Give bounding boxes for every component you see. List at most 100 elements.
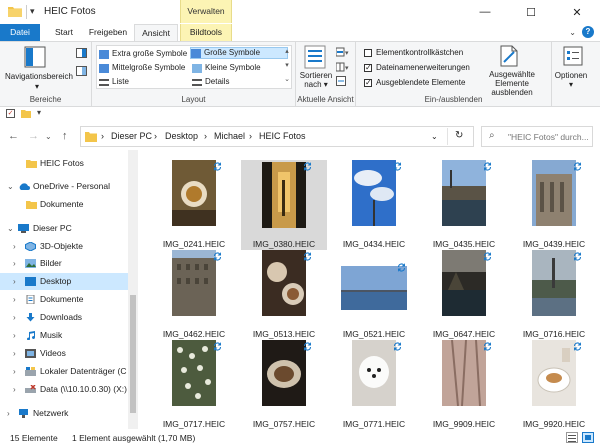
file-item[interactable]: IMG_0462.HEIC (151, 250, 237, 340)
details-pane-icon[interactable] (76, 66, 87, 76)
file-item-selected[interactable]: IMG_0380.HEIC (241, 160, 327, 250)
address-bar[interactable]: › Dieser PC › Desktop › Michael › HEIC F… (80, 126, 474, 147)
refresh-icon[interactable]: ↻ (455, 130, 463, 141)
chevron-down-icon[interactable]: ⌄ (7, 178, 14, 195)
file-item[interactable]: IMG_0434.HEIC (331, 160, 417, 250)
back-arrow-icon[interactable]: ← (8, 130, 19, 142)
crumb-separator-icon[interactable]: › (101, 131, 104, 141)
file-item[interactable]: IMG_0647.HEIC (421, 250, 507, 340)
expand-ribbon-icon[interactable]: ⌄ (569, 28, 576, 37)
layout-scroll-arrows[interactable]: ▴ ▾ ⌄ (282, 45, 292, 89)
file-item[interactable]: IMG_9909.HEIC (421, 340, 507, 430)
sidebar-item-onedrive[interactable]: ⌄ OneDrive - Personal (0, 178, 128, 195)
sort-by-button[interactable]: Sortieren nach ▾ (296, 71, 336, 89)
tab-view[interactable]: Ansicht (134, 24, 178, 41)
sidebar-item-music[interactable]: › Musik (0, 327, 128, 344)
chevron-right-icon[interactable]: › (13, 238, 16, 255)
layout-medium-icons[interactable]: Mittelgroße Symbole (99, 62, 185, 74)
add-columns-icon[interactable]: ▾ (336, 62, 350, 72)
tab-file[interactable]: Datei (0, 24, 40, 41)
file-item[interactable]: IMG_0513.HEIC (241, 250, 327, 340)
file-item[interactable]: IMG_0716.HEIC (511, 250, 597, 340)
file-item[interactable]: IMG_9920.HEIC (511, 340, 597, 430)
forward-arrow-icon[interactable]: → (28, 130, 39, 142)
chevron-down-icon[interactable]: ⌄ (7, 220, 14, 237)
nav-pane-dropdown-icon[interactable]: ▾ (30, 82, 44, 91)
address-dropdown-icon[interactable]: ⌄ (431, 132, 438, 141)
sidebar-item-documents[interactable]: › Dokumente (0, 291, 128, 308)
layout-extra-large-icons[interactable]: Extra große Symbole (99, 48, 187, 60)
crumb-heic-fotos[interactable]: HEIC Fotos (259, 131, 306, 141)
close-button[interactable]: ✕ (554, 0, 600, 24)
preview-pane-icon[interactable] (76, 48, 87, 58)
file-extensions-toggle[interactable]: Dateinamenerweiterungen (364, 62, 470, 74)
sidebar-item-network-drive[interactable]: › Data (\\10.10.0.30) (X:) (0, 381, 128, 398)
minimize-button[interactable]: — (462, 0, 508, 24)
chevron-right-icon[interactable]: › (13, 255, 16, 272)
file-item[interactable]: IMG_0521.HEIC (331, 250, 417, 340)
chevron-right-icon[interactable]: › (13, 309, 16, 326)
large-icons-view-icon[interactable] (582, 432, 594, 443)
navigation-pane-button[interactable]: Navigationsbereich (2, 72, 76, 81)
crumb-this-pc[interactable]: Dieser PC (111, 131, 152, 141)
options-button[interactable]: Optionen ▾ (552, 71, 590, 89)
item-checkboxes-toggle[interactable]: Elementkontrollkästchen (364, 47, 463, 59)
chevron-right-icon[interactable]: › (13, 381, 16, 398)
size-columns-icon[interactable] (336, 76, 346, 86)
group-panes: Navigationsbereich ▾ Bereiche (0, 42, 92, 106)
context-tab-manage[interactable]: Verwalten (180, 0, 232, 23)
sidebar-item-desktop[interactable]: › Desktop (0, 273, 128, 290)
hidden-items-box[interactable] (364, 77, 372, 89)
chevron-right-icon[interactable]: › (13, 327, 16, 344)
chevron-right-icon[interactable]: › (13, 273, 16, 290)
file-item[interactable]: IMG_0439.HEIC (511, 160, 597, 250)
chevron-right-icon[interactable]: › (13, 345, 16, 362)
search-input[interactable]: ⌕ "HEIC Fotos" durch... (481, 126, 593, 147)
sidebar-scrollbar[interactable] (128, 150, 138, 429)
help-icon[interactable]: ? (582, 26, 594, 38)
quick-access-dropdown-icon[interactable]: ▾ (30, 6, 35, 17)
crumb-separator-icon[interactable]: › (204, 131, 207, 141)
sidebar-scrollbar-thumb[interactable] (130, 295, 136, 413)
chevron-right-icon[interactable]: › (13, 363, 16, 380)
chevron-right-icon[interactable]: › (13, 291, 16, 308)
file-item[interactable]: IMG_0757.HEIC (241, 340, 327, 430)
layout-list[interactable]: Liste (99, 76, 129, 88)
tab-start[interactable]: Start (46, 24, 82, 41)
qat-customize-icon[interactable]: ▾ (37, 108, 41, 117)
sidebar-item-local-disk[interactable]: › Lokaler Datenträger (C (0, 363, 128, 380)
layout-small-icons[interactable]: Kleine Symbole (192, 62, 261, 74)
file-item[interactable]: IMG_0435.HEIC (421, 160, 507, 250)
new-folder-qat-icon[interactable] (21, 109, 31, 118)
group-by-icon[interactable]: ▾ (336, 47, 350, 57)
sidebar-item-downloads[interactable]: › Downloads (0, 309, 128, 326)
sidebar-item-videos[interactable]: › Videos (0, 345, 128, 362)
sidebar-item-this-pc[interactable]: ⌄ Dieser PC (0, 220, 128, 237)
sidebar-item-onedrive-documents[interactable]: Dokumente (0, 196, 128, 213)
file-item[interactable]: IMG_0717.HEIC (151, 340, 237, 430)
file-item[interactable]: IMG_0241.HEIC (151, 160, 237, 250)
sidebar-item-heic-fotos[interactable]: HEIC Fotos (0, 155, 128, 172)
layout-large-icons[interactable]: Große Symbole (190, 47, 288, 59)
tab-share[interactable]: Freigeben (84, 24, 132, 41)
sidebar-item-network[interactable]: › Netzwerk (0, 405, 128, 422)
sidebar-item-3d-objects[interactable]: › 3D-Objekte (0, 238, 128, 255)
sidebar-item-pictures[interactable]: › Bilder (0, 255, 128, 272)
hide-selected-button[interactable]: Ausgewählte Elemente ausblenden (474, 70, 550, 97)
file-extensions-box[interactable] (364, 62, 372, 74)
chevron-right-icon[interactable]: › (7, 405, 10, 422)
hidden-items-toggle[interactable]: Ausgeblendete Elemente (364, 77, 465, 89)
crumb-separator-icon[interactable]: › (154, 131, 157, 141)
crumb-desktop[interactable]: Desktop (165, 131, 198, 141)
maximize-button[interactable]: ☐ (508, 0, 554, 24)
up-arrow-icon[interactable]: ↑ (62, 130, 68, 142)
details-view-icon[interactable] (566, 432, 578, 443)
layout-details[interactable]: Details (192, 76, 229, 88)
properties-check-icon[interactable]: ✓ (6, 109, 15, 118)
file-item[interactable]: IMG_0771.HEIC (331, 340, 417, 430)
recent-locations-icon[interactable]: ⌄ (45, 132, 52, 141)
tab-picture-tools[interactable]: Bildtools (180, 24, 232, 41)
crumb-michael[interactable]: Michael (214, 131, 245, 141)
crumb-separator-icon[interactable]: › (249, 131, 252, 141)
item-checkboxes-box[interactable] (364, 49, 372, 57)
